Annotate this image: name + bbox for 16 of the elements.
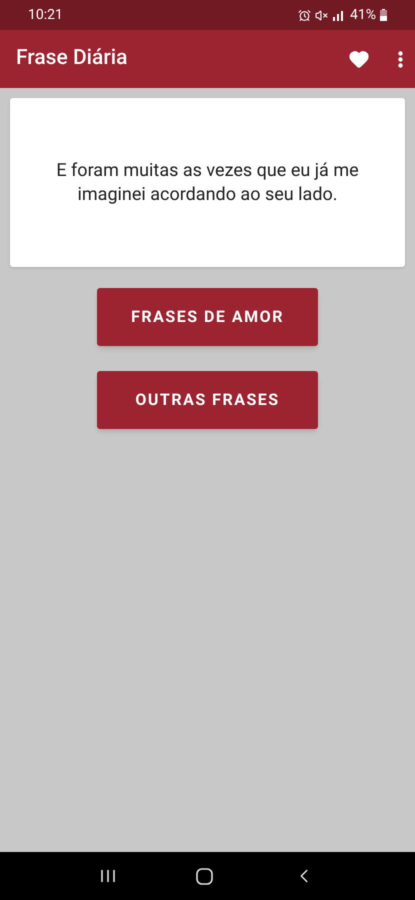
phrase-category-button[interactable]: OUTRAS FRASES (97, 371, 318, 429)
app-title: Frase Diária (16, 45, 128, 72)
phrase-category-button[interactable]: FRASES DE AMOR (97, 288, 318, 346)
battery-percent: 41% (350, 6, 376, 24)
home-icon[interactable] (196, 868, 213, 884)
more-options-button[interactable] (398, 50, 403, 68)
battery-icon (380, 9, 387, 21)
alarm-icon (298, 8, 311, 22)
favorites-button[interactable] (348, 48, 370, 70)
clock-time: 10:21 (28, 6, 63, 24)
heart-icon (348, 48, 370, 70)
mute-icon (315, 8, 328, 22)
signal-icon (332, 9, 346, 21)
more-options-icon (398, 50, 403, 68)
quote-text: E foram muitas as vezes que eu já me imaginei acordando ao seu lado. (56, 158, 359, 206)
recent-apps-icon[interactable] (100, 868, 116, 884)
